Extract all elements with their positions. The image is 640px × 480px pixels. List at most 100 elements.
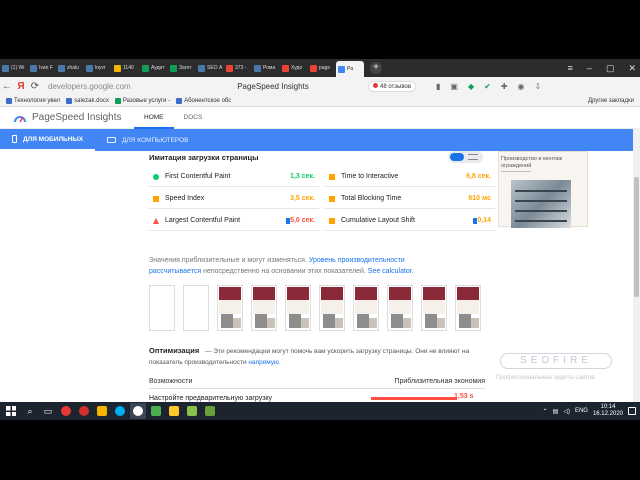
- metric-value: 3,5 сек.: [290, 195, 315, 202]
- browser-tab[interactable]: zhalu: [56, 61, 84, 75]
- extension-icon[interactable]: ▣: [450, 82, 458, 91]
- preview-image: [511, 180, 571, 228]
- screen: (1) Wi Ivan F zhalu loyvr 1140 Аудит Загот SEO …: [0, 0, 640, 480]
- tab-favicon-icon: [226, 64, 233, 72]
- reviews-badge[interactable]: 48 отзывов: [368, 80, 417, 92]
- calculator-link[interactable]: See calculator.: [368, 268, 414, 275]
- browser-tab[interactable]: Аудит: [140, 61, 168, 75]
- start-button[interactable]: [0, 406, 22, 416]
- notifications-icon[interactable]: [628, 407, 636, 415]
- tab-label: Аудит: [151, 65, 165, 71]
- url-field[interactable]: developers.google.com: [48, 82, 178, 91]
- other-bookmarks[interactable]: Другие закладки: [588, 98, 634, 104]
- bookmark-item[interactable]: Абонентское обс: [176, 97, 232, 104]
- yandex-app-icon[interactable]: [58, 403, 74, 419]
- filmstrip-frame: [319, 285, 345, 331]
- skype-app-icon[interactable]: [112, 403, 128, 419]
- filmstrip-frame: [387, 285, 413, 331]
- list-view-icon[interactable]: [450, 153, 464, 161]
- app-icon[interactable]: [184, 403, 200, 419]
- download-icon[interactable]: ⇩: [535, 82, 542, 91]
- tab-favicon-icon: [58, 64, 65, 72]
- page-content: PageSpeed Insights HOME DOCS ДЛЯ МОБИЛЬН…: [0, 107, 640, 402]
- tab-mobile-label: ДЛЯ МОБИЛЬНЫХ: [23, 135, 84, 143]
- note-text: непосредственно на основании этих показа…: [203, 268, 366, 275]
- browser-tab[interactable]: Загот: [168, 61, 196, 75]
- metric-row: First Contentful Paint 1,3 сек.: [149, 167, 319, 187]
- bookmark-item[interactable]: salezak.docx: [66, 97, 109, 104]
- browser-tab[interactable]: Pa: [336, 61, 364, 77]
- minimize-icon[interactable]: –: [587, 63, 592, 73]
- yandex-logo-icon[interactable]: Я: [14, 81, 28, 92]
- browser-tab[interactable]: Рома: [252, 61, 280, 75]
- bookmark-icon[interactable]: ▮: [436, 82, 440, 91]
- browser-tab[interactable]: SEO А: [196, 61, 224, 75]
- filmstrip-frame: [421, 285, 447, 331]
- metric-value: 0,14: [477, 217, 491, 224]
- bookmark-label: Абонентское обс: [184, 97, 232, 104]
- browser-tab[interactable]: page: [308, 61, 336, 75]
- opt-link[interactable]: напрямую.: [248, 359, 280, 366]
- check-icon[interactable]: ✔: [484, 82, 491, 91]
- bookmark-item[interactable]: Разовые услуги -: [114, 97, 170, 104]
- detail-view-icon[interactable]: [468, 154, 478, 160]
- metric-status-icon: [151, 173, 161, 180]
- metric-name: Cumulative Layout Shift: [341, 217, 415, 224]
- tab-favicon-icon: [198, 64, 205, 72]
- scrollbar-thumb[interactable]: [634, 177, 639, 297]
- new-tab-button[interactable]: +: [370, 62, 382, 74]
- savings-bar: [371, 397, 457, 400]
- chevron-up-icon[interactable]: ⌃: [543, 408, 548, 415]
- doc-icon: [114, 97, 121, 104]
- camera-icon[interactable]: ◉: [518, 82, 525, 91]
- preview-card-text: Производство и монтаж ограждений: [501, 156, 563, 169]
- shield-icon[interactable]: ◆: [468, 82, 474, 91]
- yandex-browser-active-icon[interactable]: [130, 403, 146, 419]
- section-title: Имитация загрузки страницы: [149, 153, 259, 162]
- metric-status-icon: [151, 195, 161, 202]
- explorer-app-icon[interactable]: [94, 403, 110, 419]
- app-icon[interactable]: [202, 403, 218, 419]
- metric-status-icon: [151, 217, 161, 224]
- tab-favicon-icon: [254, 64, 261, 72]
- nav-home[interactable]: HOME: [134, 107, 174, 129]
- volume-icon[interactable]: ◁): [563, 408, 570, 415]
- task-view-icon[interactable]: ▭: [40, 403, 56, 419]
- tab-label: Ivan F: [39, 65, 53, 71]
- browser-tab[interactable]: 373 -: [224, 61, 252, 75]
- refresh-icon[interactable]: ⟳: [28, 81, 42, 92]
- tab-mobile[interactable]: ДЛЯ МОБИЛЬНЫХ: [0, 129, 96, 151]
- app-icon[interactable]: [148, 403, 164, 419]
- page-scrollbar[interactable]: [633, 129, 640, 402]
- clock[interactable]: 10:14 16.12.2020: [593, 404, 623, 418]
- back-icon[interactable]: ←: [0, 81, 14, 92]
- bookmark-label: Технология увел: [14, 97, 61, 104]
- opportunities-header: Возможности Приблизительная экономия: [149, 375, 485, 389]
- network-icon[interactable]: ▤: [553, 408, 559, 415]
- filmstrip-frame: [217, 285, 243, 331]
- tab-label: SEO А: [207, 65, 223, 71]
- search-icon[interactable]: ⌕: [22, 403, 38, 419]
- browser-tab[interactable]: 1140: [112, 61, 140, 75]
- metric-row: Time to Interactive 6,8 сек.: [325, 167, 495, 187]
- windows-logo-icon: [6, 406, 16, 416]
- language-indicator[interactable]: ENG: [575, 408, 588, 414]
- browser-tab[interactable]: loyvr: [84, 61, 112, 75]
- opera-app-icon[interactable]: [76, 403, 92, 419]
- bookmark-item[interactable]: Технология увел: [6, 97, 61, 104]
- filmstrip-frame: [149, 285, 175, 331]
- view-toggle[interactable]: [448, 151, 483, 163]
- browser-tab[interactable]: Худо: [280, 61, 308, 75]
- browser-tab[interactable]: (1) Wi: [0, 61, 28, 75]
- filmstrip-frame: [285, 285, 311, 331]
- maximize-icon[interactable]: ▢: [606, 63, 615, 74]
- tab-desktop-label: ДЛЯ КОМПЬЮТЕРОВ: [122, 136, 189, 144]
- opportunity-row[interactable]: Настройте предварительную загрузку 1,53 …: [149, 393, 485, 402]
- puzzle-icon[interactable]: ✚: [501, 82, 508, 91]
- psi-header: PageSpeed Insights HOME DOCS: [0, 107, 640, 129]
- browser-tab[interactable]: Ivan F: [28, 61, 56, 75]
- nav-docs[interactable]: DOCS: [174, 107, 213, 129]
- close-icon[interactable]: ✕: [628, 63, 636, 74]
- app-icon[interactable]: [166, 403, 182, 419]
- menu-icon[interactable]: ≡: [568, 63, 573, 73]
